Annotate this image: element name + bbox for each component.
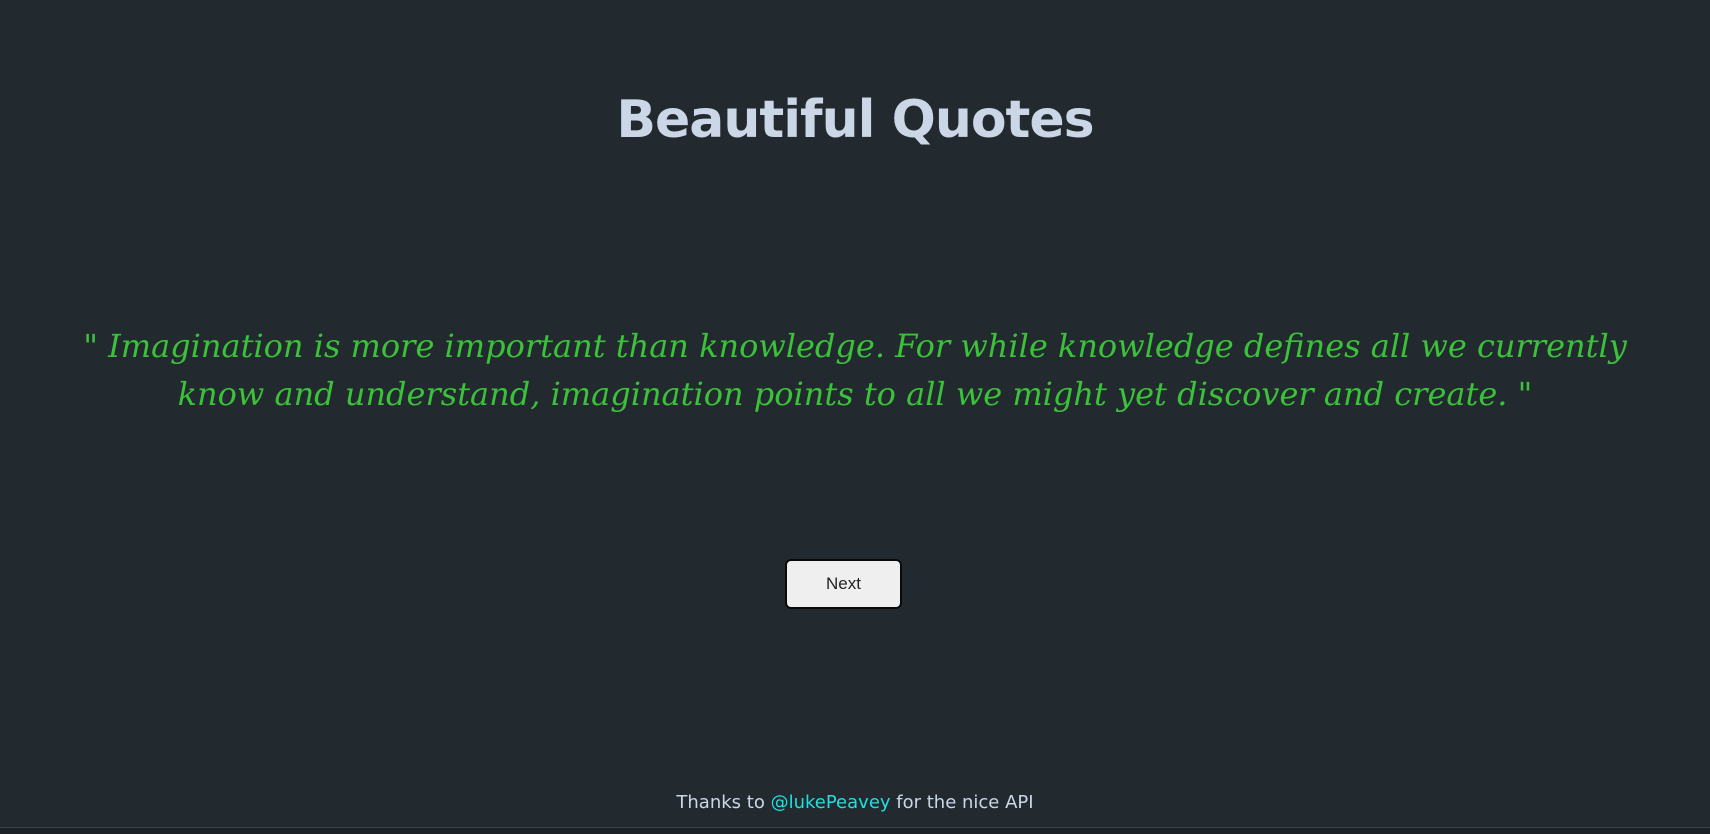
footer-credit: Thanks to @lukePeavey for the nice API bbox=[0, 790, 1710, 816]
author-link[interactable]: @lukePeavey bbox=[771, 792, 891, 813]
bottom-bar bbox=[0, 827, 1710, 834]
page: Beautiful Quotes " Imagination is more i… bbox=[0, 0, 1710, 834]
page-title: Beautiful Quotes bbox=[616, 90, 1094, 150]
footer-prefix: Thanks to bbox=[676, 792, 771, 813]
quote-text: " Imagination is more important than kno… bbox=[83, 327, 1627, 413]
footer-suffix: for the nice API bbox=[890, 792, 1034, 813]
next-button[interactable]: Next bbox=[785, 559, 902, 609]
